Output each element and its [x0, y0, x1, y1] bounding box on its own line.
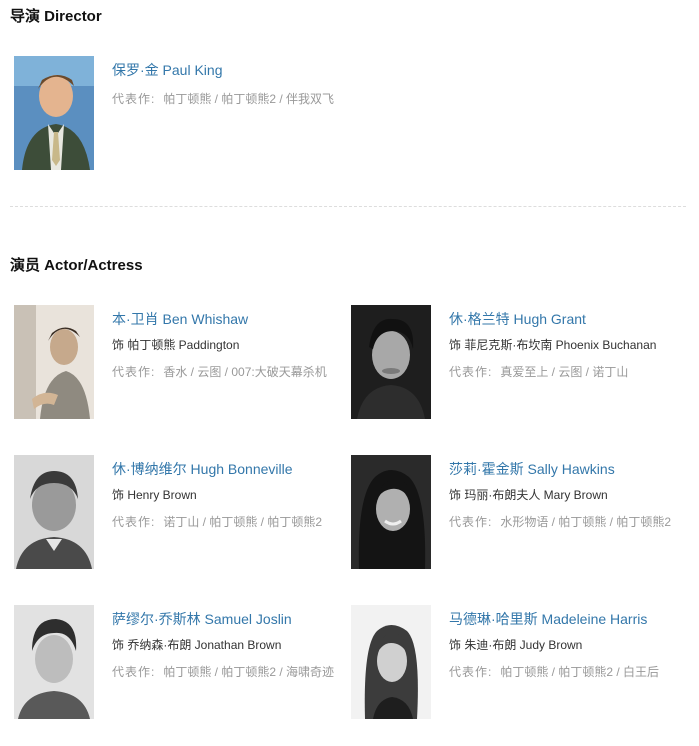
person-photo-icon [351, 605, 431, 719]
actor-role: 饰 Henry Brown [112, 488, 197, 502]
person-photo-icon [14, 56, 94, 170]
actor-works: 代表作: 帕丁顿熊 / 帕丁顿熊2 / 白王后 [449, 662, 684, 683]
actor-works: 代表作: 帕丁顿熊 / 帕丁顿熊2 / 海啸奇迹 [112, 662, 347, 683]
actor-name-link[interactable]: 本·卫肖 Ben Whishaw [112, 310, 354, 328]
director-name-link[interactable]: 保罗·金 Paul King [112, 61, 354, 79]
actor-name-link[interactable]: 莎莉·霍金斯 Sally Hawkins [449, 460, 691, 478]
person-photo-icon [14, 605, 94, 719]
actor-name-link[interactable]: 休·格兰特 Hugh Grant [449, 310, 691, 328]
actor-photo[interactable] [351, 305, 431, 419]
actor-card: 休·格兰特 Hugh Grant 饰 菲尼克斯·布坎南 Phoenix Buch… [351, 305, 691, 425]
actor-photo[interactable] [14, 305, 94, 419]
director-card: 保罗·金 Paul King 代表作: 帕丁顿熊 / 帕丁顿熊2 / 伴我双飞 [14, 56, 354, 176]
works-list[interactable]: 帕丁顿熊 / 帕丁顿熊2 / 海啸奇迹 [163, 665, 334, 679]
director-section-title: 导演 Director [10, 8, 102, 25]
actor-card: 马德琳·哈里斯 Madeleine Harris 饰 朱迪·布朗 Judy Br… [351, 605, 691, 725]
actor-card: 莎莉·霍金斯 Sally Hawkins 饰 玛丽·布朗夫人 Mary Brow… [351, 455, 691, 575]
section-divider [10, 206, 686, 207]
works-label: 代表作: [112, 515, 156, 529]
person-photo-icon [351, 455, 431, 569]
actor-name-link[interactable]: 休·博纳维尔 Hugh Bonneville [112, 460, 354, 478]
actor-works: 代表作: 诺丁山 / 帕丁顿熊 / 帕丁顿熊2 [112, 512, 347, 533]
actor-role: 饰 帕丁顿熊 Paddington [112, 338, 240, 352]
works-list[interactable]: 帕丁顿熊 / 帕丁顿熊2 / 伴我双飞 [163, 92, 334, 106]
works-list[interactable]: 真爱至上 / 云图 / 诺丁山 [500, 365, 628, 379]
actor-photo[interactable] [14, 605, 94, 719]
actor-photo[interactable] [14, 455, 94, 569]
actor-name-link[interactable]: 马德琳·哈里斯 Madeleine Harris [449, 610, 691, 628]
actor-card: 休·博纳维尔 Hugh Bonneville 饰 Henry Brown 代表作… [14, 455, 354, 575]
actor-card: 本·卫肖 Ben Whishaw 饰 帕丁顿熊 Paddington 代表作: 香… [14, 305, 354, 425]
director-photo[interactable] [14, 56, 94, 170]
actor-works: 代表作: 香水 / 云图 / 007:大破天幕杀机 [112, 362, 347, 383]
actor-works: 代表作: 水形物语 / 帕丁顿熊 / 帕丁顿熊2 [449, 512, 684, 533]
actor-photo[interactable] [351, 455, 431, 569]
works-label: 代表作: [112, 665, 156, 679]
actor-name-link[interactable]: 萨缪尔·乔斯林 Samuel Joslin [112, 610, 354, 628]
person-photo-icon [351, 305, 431, 419]
actor-role: 饰 玛丽·布朗夫人 Mary Brown [449, 488, 608, 502]
person-photo-icon [14, 305, 94, 419]
works-label: 代表作: [112, 92, 156, 106]
works-label: 代表作: [449, 665, 493, 679]
person-photo-icon [14, 455, 94, 569]
works-list[interactable]: 诺丁山 / 帕丁顿熊 / 帕丁顿熊2 [163, 515, 322, 529]
actor-role: 饰 菲尼克斯·布坎南 Phoenix Buchanan [449, 338, 657, 352]
actor-role: 饰 朱迪·布朗 Judy Brown [449, 638, 583, 652]
actor-section-title: 演员 Actor/Actress [10, 257, 143, 274]
actor-works: 代表作: 真爱至上 / 云图 / 诺丁山 [449, 362, 684, 383]
director-works: 代表作: 帕丁顿熊 / 帕丁顿熊2 / 伴我双飞 [112, 89, 347, 110]
works-label: 代表作: [112, 365, 156, 379]
actor-photo[interactable] [351, 605, 431, 719]
works-label: 代表作: [449, 365, 493, 379]
works-list[interactable]: 香水 / 云图 / 007:大破天幕杀机 [163, 365, 326, 379]
works-list[interactable]: 水形物语 / 帕丁顿熊 / 帕丁顿熊2 [500, 515, 671, 529]
works-list[interactable]: 帕丁顿熊 / 帕丁顿熊2 / 白王后 [500, 665, 659, 679]
works-label: 代表作: [449, 515, 493, 529]
actor-card: 萨缪尔·乔斯林 Samuel Joslin 饰 乔纳森·布朗 Jonathan … [14, 605, 354, 725]
actor-role: 饰 乔纳森·布朗 Jonathan Brown [112, 638, 282, 652]
